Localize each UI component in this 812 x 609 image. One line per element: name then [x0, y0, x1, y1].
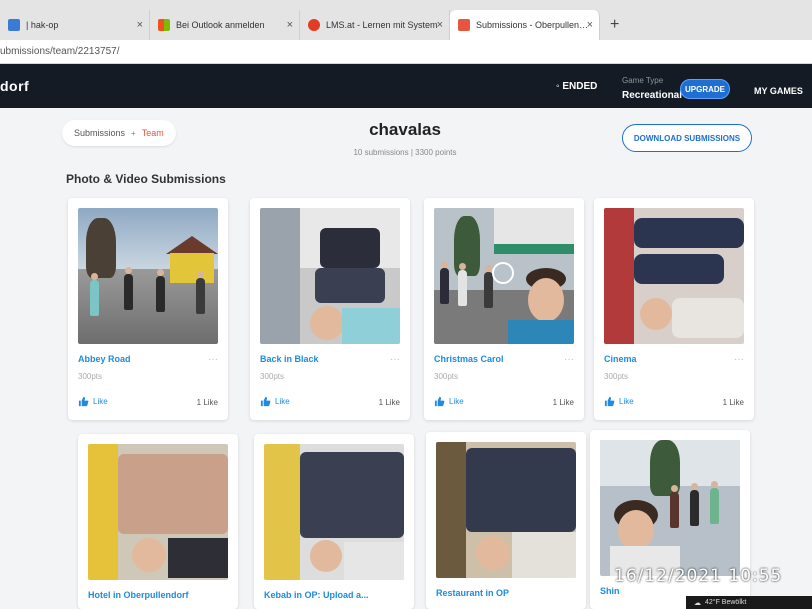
tab-label: LMS.at - Lernen mit System	[326, 20, 438, 30]
main-content: Submissions + Team chavalas 10 submissio…	[0, 108, 812, 609]
submission-photo[interactable]	[260, 208, 400, 344]
submission-title[interactable]: Back in Black	[260, 354, 319, 364]
browser-tab-hak-op[interactable]: | hak-op ×	[0, 10, 150, 40]
breadcrumb-submissions[interactable]: Submissions	[74, 128, 125, 138]
close-icon[interactable]: ×	[287, 19, 293, 31]
game-type-label: Game Type	[622, 76, 664, 85]
upgrade-button[interactable]: UPGRADE	[680, 79, 730, 99]
submission-card[interactable]: Christmas Carol ··· 300pts Like 1 Like	[424, 198, 584, 420]
submission-points: 300pts	[604, 372, 629, 381]
breadcrumb: Submissions + Team	[62, 120, 176, 146]
like-button[interactable]: Like	[434, 396, 464, 407]
address-bar[interactable]: ubmissions/team/2213757/	[0, 40, 812, 64]
submission-title[interactable]: Shin	[600, 586, 620, 596]
like-count: 1 Like	[196, 398, 218, 407]
more-options-icon[interactable]: ···	[208, 354, 218, 365]
browser-tab-lms[interactable]: LMS.at - Lernen mit System ×	[300, 10, 450, 40]
more-options-icon[interactable]: ···	[390, 354, 400, 365]
app-logo[interactable]: dorf	[0, 78, 29, 94]
game-type: Game Type Recreational	[622, 76, 682, 103]
like-label: Like	[275, 397, 290, 406]
photo-timestamp-overlay: 16/12/2021 10:55	[614, 566, 783, 586]
submission-title[interactable]: Cinema	[604, 354, 637, 364]
thumbs-up-icon	[604, 396, 615, 407]
like-count: 1 Like	[378, 398, 400, 407]
like-label: Like	[619, 397, 634, 406]
outlook-favicon-icon	[158, 19, 170, 31]
more-options-icon[interactable]: ···	[734, 354, 744, 365]
status-dot-icon: ◦	[556, 81, 560, 92]
submission-photo[interactable]	[88, 444, 228, 580]
submission-points: 300pts	[434, 372, 459, 381]
section-title: Photo & Video Submissions	[66, 172, 226, 186]
submission-photo[interactable]	[78, 208, 218, 344]
team-stats: 10 submissions | 3300 points	[353, 148, 457, 157]
more-options-icon[interactable]: ···	[564, 354, 574, 365]
browser-tab-outlook[interactable]: Bei Outlook anmelden ×	[150, 10, 300, 40]
lms-favicon-icon	[308, 19, 320, 31]
my-games-link[interactable]: MY GAMES	[754, 86, 803, 96]
submission-card[interactable]: Hotel in Oberpullendorf	[78, 434, 238, 609]
app-header: dorf ◦ ENDED Game Type Recreational UPGR…	[0, 64, 812, 108]
new-tab-button[interactable]: +	[600, 16, 629, 40]
close-icon[interactable]: ×	[587, 19, 593, 31]
close-icon[interactable]: ×	[437, 19, 443, 31]
submission-points: 300pts	[260, 372, 285, 381]
breadcrumb-separator: +	[131, 128, 136, 138]
submission-title[interactable]: Kebab in OP: Upload a...	[264, 590, 369, 600]
submission-title[interactable]: Abbey Road	[78, 354, 131, 364]
submission-card[interactable]: Cinema ··· 300pts Like 1 Like	[594, 198, 754, 420]
submission-title[interactable]: Restaurant in OP	[436, 588, 509, 598]
browser-tab-submissions[interactable]: Submissions - Oberpullendorf | C ×	[450, 10, 600, 40]
submission-title[interactable]: Christmas Carol	[434, 354, 504, 364]
like-button[interactable]: Like	[604, 396, 634, 407]
submission-card[interactable]: Abbey Road ··· 300pts Like 1 Like	[68, 198, 228, 420]
url-text: ubmissions/team/2213757/	[0, 46, 120, 57]
goosechase-favicon-icon	[458, 19, 470, 31]
submission-photo[interactable]	[600, 440, 740, 576]
submission-points: 300pts	[78, 372, 103, 381]
submission-title[interactable]: Hotel in Oberpullendorf	[88, 590, 189, 600]
like-button[interactable]: Like	[78, 396, 108, 407]
download-submissions-button[interactable]: DOWNLOAD SUBMISSIONS	[622, 124, 752, 152]
weather-icon: ☁	[694, 599, 701, 607]
thumbs-up-icon	[260, 396, 271, 407]
like-label: Like	[449, 397, 464, 406]
close-icon[interactable]: ×	[137, 19, 143, 31]
hak-op-favicon-icon	[8, 19, 20, 31]
tab-label: Bei Outlook anmelden	[176, 20, 265, 30]
submission-card[interactable]: Restaurant in OP	[426, 432, 586, 609]
thumbs-up-icon	[434, 396, 445, 407]
game-status: ◦ ENDED	[556, 81, 597, 92]
like-count: 1 Like	[722, 398, 744, 407]
like-button[interactable]: Like	[260, 396, 290, 407]
submission-card[interactable]: Back in Black ··· 300pts Like 1 Like	[250, 198, 410, 420]
submission-card[interactable]: Kebab in OP: Upload a...	[254, 434, 414, 609]
submission-photo[interactable]	[264, 444, 404, 580]
tab-label: | hak-op	[26, 20, 59, 30]
game-type-value: Recreational	[622, 90, 683, 101]
breadcrumb-team: Team	[141, 128, 164, 138]
submission-photo[interactable]	[434, 208, 574, 344]
like-count: 1 Like	[552, 398, 574, 407]
status-label: ENDED	[562, 81, 598, 92]
team-name: chavalas	[369, 120, 441, 139]
submission-photo[interactable]	[436, 442, 576, 578]
thumbs-up-icon	[78, 396, 89, 407]
submission-photo[interactable]	[604, 208, 744, 344]
tab-label: Submissions - Oberpullendorf | C	[476, 20, 591, 30]
like-label: Like	[93, 397, 108, 406]
os-taskbar: ☁ 42°F Bewölkt	[686, 596, 812, 609]
weather-text: 42°F Bewölkt	[705, 599, 747, 606]
browser-tab-bar: | hak-op × Bei Outlook anmelden × LMS.at…	[0, 0, 812, 40]
